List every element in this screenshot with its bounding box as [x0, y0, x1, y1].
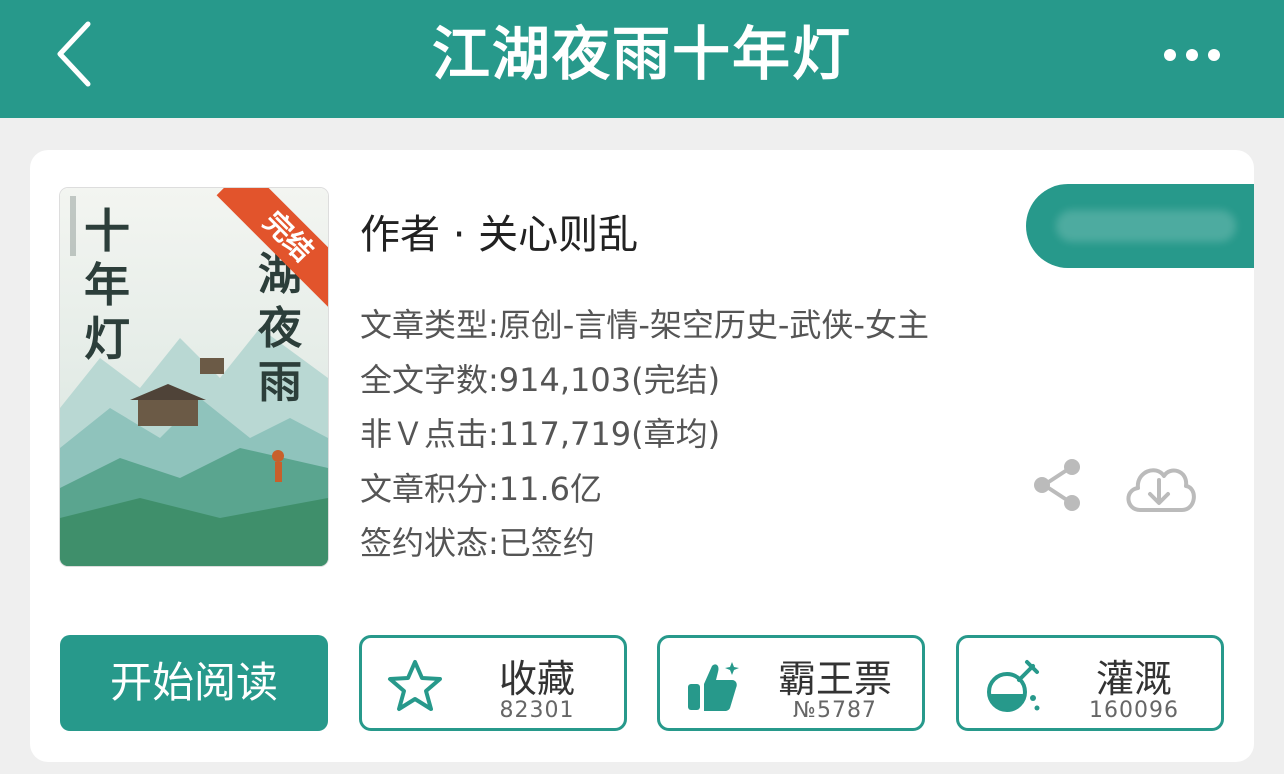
- share-icon: [1034, 459, 1080, 511]
- thumbs-up-icon: [688, 662, 739, 711]
- vote-button[interactable]: 霸王票 №5787: [657, 635, 925, 731]
- more-button[interactable]: [1162, 40, 1222, 70]
- more-dots-icon: [1164, 49, 1220, 61]
- book-info-card: 十年灯 湖夜雨 完结 作者 · 关心则乱 文章类型:原创-言情-架空历史-武侠-…: [30, 150, 1254, 762]
- collect-button[interactable]: 收藏 82301: [359, 635, 627, 731]
- flask-icon: [987, 660, 1040, 712]
- pill-button[interactable]: [1026, 184, 1254, 268]
- pill-button-blurred-content: [1056, 210, 1236, 242]
- book-cover[interactable]: 十年灯 湖夜雨 完结: [60, 188, 328, 566]
- vote-rank: №5787: [793, 698, 877, 723]
- water-label: 灌溉: [1095, 657, 1172, 701]
- start-reading-button[interactable]: 开始阅读: [60, 635, 328, 731]
- water-count: 160096: [1089, 698, 1179, 723]
- author-line[interactable]: 作者 · 关心则乱: [360, 202, 638, 260]
- collect-label: 收藏: [498, 657, 575, 701]
- download-button[interactable]: [1120, 456, 1198, 516]
- star-icon: [388, 660, 442, 711]
- share-button[interactable]: [1032, 458, 1082, 512]
- info-score: 文章积分:11.6亿: [360, 470, 603, 508]
- info-sign-status: 签约状态:已签约: [360, 524, 595, 562]
- cover-title-left: 十年灯: [84, 204, 130, 366]
- vote-label: 霸王票: [777, 657, 892, 701]
- collect-count: 82301: [499, 698, 575, 723]
- info-word-count: 全文字数:914,103(完结): [360, 361, 721, 399]
- info-genre: 文章类型:原创-言情-架空历史-武侠-女主: [360, 306, 929, 344]
- water-button[interactable]: 灌溉 160096: [956, 635, 1224, 731]
- info-clicks: 非Ｖ点击:117,719(章均): [360, 415, 721, 453]
- page-title: 江湖夜雨十年灯: [431, 20, 852, 88]
- cloud-download-icon: [1126, 468, 1196, 512]
- top-bar: 江湖夜雨十年灯: [0, 0, 1284, 118]
